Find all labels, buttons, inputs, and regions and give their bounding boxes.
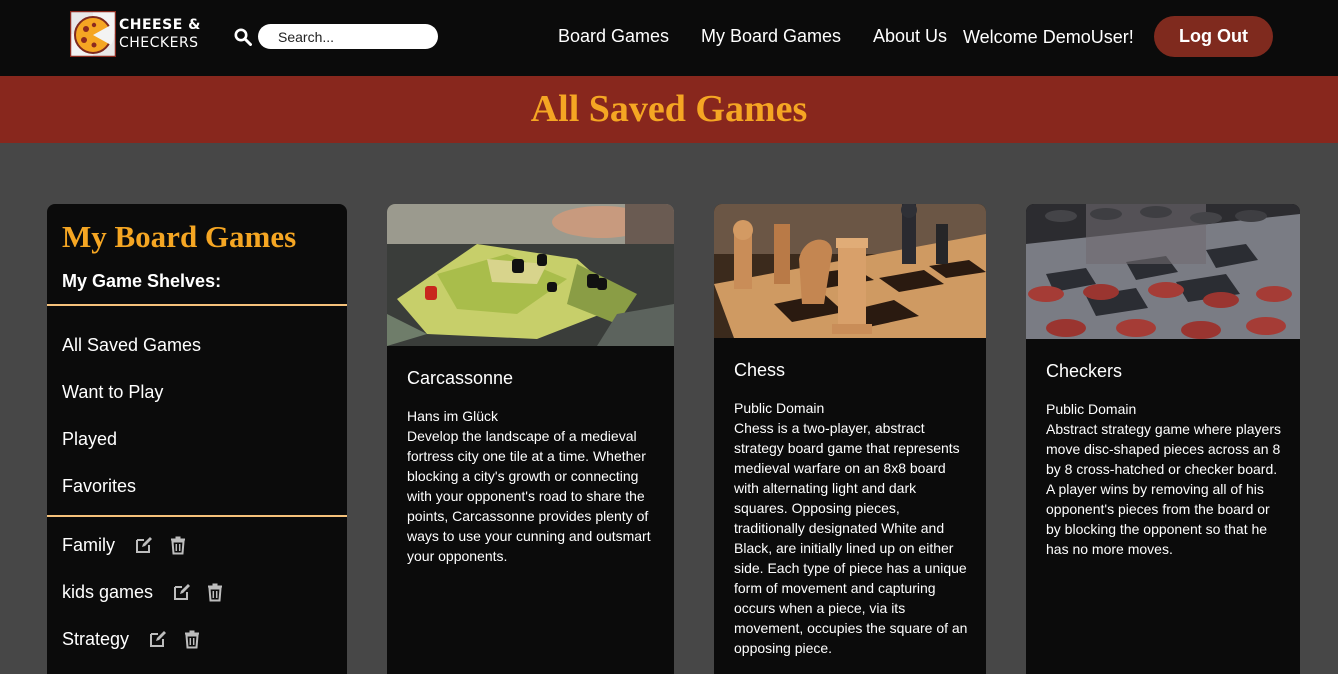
logo-line-1: CHEESE &: [119, 17, 201, 33]
divider: [47, 304, 347, 306]
nav-about-us[interactable]: About Us: [873, 25, 947, 47]
logo-text: CHEESE & CHECKERS: [119, 16, 201, 52]
pizza-logo-icon: [70, 11, 116, 57]
game-publisher: Hans im Glück: [407, 408, 499, 424]
logout-button[interactable]: Log Out: [1154, 16, 1273, 57]
logo-line-2: CHECKERS: [119, 35, 199, 51]
search-icon[interactable]: [234, 28, 252, 46]
shelf-want-to-play[interactable]: Want to Play: [62, 381, 163, 403]
game-description: Develop the landscape of a medieval fort…: [407, 428, 651, 564]
search-input[interactable]: [258, 24, 438, 49]
shelf-row-kids-games: kids games: [62, 581, 242, 605]
shelf-played[interactable]: Played: [62, 428, 117, 450]
shelf-favorites[interactable]: Favorites: [62, 475, 136, 497]
game-title[interactable]: Carcassonne: [407, 367, 513, 389]
sidebar: My Board Games My Game Shelves: All Save…: [47, 204, 347, 674]
nav-board-games[interactable]: Board Games: [558, 25, 669, 47]
shelf-strategy[interactable]: Strategy: [62, 628, 129, 650]
divider: [47, 515, 347, 517]
trash-icon[interactable]: [205, 582, 225, 602]
game-title[interactable]: Checkers: [1046, 360, 1122, 382]
shelf-row-strategy: Strategy: [62, 628, 222, 652]
sidebar-title: My Board Games: [62, 219, 297, 254]
edit-icon[interactable]: [148, 629, 168, 649]
game-description: Chess is a two-player, abstract strategy…: [734, 420, 968, 656]
game-publisher: Public Domain: [1046, 401, 1137, 417]
shelf-all-saved-games[interactable]: All Saved Games: [62, 334, 201, 356]
game-card-carcassonne[interactable]: Carcassonne Hans im Glück Develop the la…: [387, 204, 674, 674]
page-title: All Saved Games: [530, 88, 808, 130]
edit-icon[interactable]: [172, 582, 192, 602]
shelf-kids-games[interactable]: kids games: [62, 581, 153, 603]
game-publisher: Public Domain: [734, 400, 825, 416]
shelves-heading: My Game Shelves:: [62, 271, 222, 291]
trash-icon[interactable]: [182, 629, 202, 649]
chess-image: [714, 204, 986, 338]
nav-my-board-games[interactable]: My Board Games: [701, 25, 841, 47]
logo[interactable]: CHEESE & CHECKERS: [70, 11, 210, 59]
game-title[interactable]: Chess: [734, 359, 785, 381]
edit-icon[interactable]: [134, 535, 154, 555]
welcome-message: Welcome DemoUser!: [963, 27, 1134, 47]
game-description: Abstract strategy game where players mov…: [1046, 421, 1281, 557]
carcassonne-image: [387, 204, 674, 346]
shelf-family[interactable]: Family: [62, 534, 115, 556]
game-card-chess[interactable]: Chess Public Domain Chess is a two-playe…: [714, 204, 986, 674]
navbar: CHEESE & CHECKERS Board Games My Board G…: [0, 0, 1338, 76]
page-banner: All Saved Games: [0, 76, 1338, 143]
shelf-row-family: Family: [62, 534, 212, 558]
game-card-checkers[interactable]: Checkers Public Domain Abstract strategy…: [1026, 204, 1300, 674]
checkers-image: [1026, 204, 1300, 339]
trash-icon[interactable]: [168, 535, 188, 555]
